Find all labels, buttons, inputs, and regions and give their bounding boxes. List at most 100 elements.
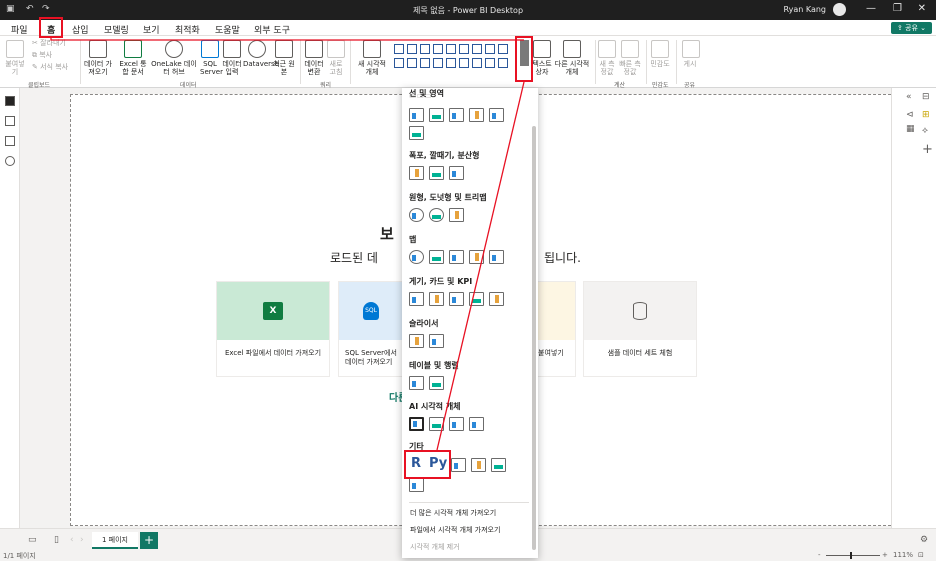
table-view-icon[interactable]	[5, 116, 15, 126]
avatar[interactable]	[833, 3, 846, 16]
add-pane-icon[interactable]: +	[922, 142, 933, 157]
power-automate-icon[interactable]	[491, 458, 506, 472]
area-chart-icon[interactable]	[429, 108, 444, 122]
format-pane-icon[interactable]: ⟡	[922, 126, 928, 136]
arcgis-map-icon[interactable]	[469, 250, 484, 264]
line-clustered-column-icon[interactable]	[489, 108, 504, 122]
fit-page-icon[interactable]: ⊡	[918, 551, 924, 559]
sql-server-button[interactable]: SQL Server	[200, 40, 223, 76]
zoom-out-button[interactable]: -	[818, 551, 821, 559]
slicer-icon[interactable]	[409, 334, 424, 348]
funnel-icon[interactable]	[429, 166, 444, 180]
collapse-panes-icon[interactable]: «	[906, 92, 912, 102]
format-painter-button[interactable]: ✎ 서식 복사	[32, 63, 68, 71]
tab-insert[interactable]: 삽입	[72, 23, 89, 36]
copy-button[interactable]: ⧉ 복사	[32, 51, 52, 59]
zoom-slider-thumb[interactable]	[850, 552, 852, 559]
enter-data-button[interactable]: 데이터 입력	[222, 40, 242, 76]
gauge-icon[interactable]	[409, 292, 424, 306]
share-button[interactable]: ⇪ 공유 ⌄	[890, 22, 932, 34]
quick-measure-button[interactable]: 빠른 측정값	[618, 40, 642, 76]
stacked-area-icon[interactable]	[449, 108, 464, 122]
bookmarks-pane-icon[interactable]: ▦	[906, 124, 915, 134]
stacked-bar-icon[interactable]	[394, 44, 404, 54]
refresh-button[interactable]: 새로 고침	[327, 40, 345, 76]
report-view-icon[interactable]	[5, 96, 15, 106]
smart-narrative-icon[interactable]	[469, 417, 484, 431]
desktop-layout-icon[interactable]: ▭	[28, 535, 37, 545]
globe-map-icon[interactable]	[409, 250, 424, 264]
donut-chart-icon[interactable]	[407, 58, 417, 68]
matrix-icon[interactable]	[429, 376, 444, 390]
minimize-button[interactable]: —	[866, 3, 876, 14]
table-visual-icon[interactable]	[498, 58, 508, 68]
multi-row-card-icon[interactable]	[472, 58, 482, 68]
zoom-in-button[interactable]: +	[882, 551, 888, 559]
new-measure-button[interactable]: 새 측정값	[598, 40, 616, 76]
pie-chart-icon[interactable]	[394, 58, 404, 68]
get-data-button[interactable]: 데이터 가져오기	[84, 40, 112, 76]
recent-sources-button[interactable]: 최근 원본	[273, 40, 295, 76]
treemap-icon[interactable]	[449, 208, 464, 222]
key-influencers-icon[interactable]	[409, 417, 424, 431]
donut-chart-icon[interactable]	[429, 208, 444, 222]
stacked-area-icon[interactable]	[498, 44, 508, 54]
waterfall-icon[interactable]	[409, 166, 424, 180]
power-apps-icon[interactable]	[471, 458, 486, 472]
table-visual-icon[interactable]	[409, 376, 424, 390]
page-tab[interactable]: 1 페이지	[92, 532, 138, 549]
add-page-button[interactable]: +	[140, 532, 158, 549]
paste-data-card[interactable]: 붙여넣기	[538, 281, 576, 377]
mobile-layout-icon[interactable]: ▯	[54, 535, 59, 545]
cut-button[interactable]: ✂ 잘라내기	[32, 39, 66, 47]
maximize-button[interactable]: ❐	[893, 3, 902, 14]
line-chart-icon[interactable]	[472, 44, 482, 54]
sql-import-card[interactable]: SQL SQL Server에서 데이터 가져오기	[338, 281, 404, 377]
gauge-icon[interactable]	[446, 58, 456, 68]
multi-row-card-icon[interactable]	[449, 292, 464, 306]
data-pane-icon[interactable]: ⊟	[922, 92, 930, 102]
azure-map-icon[interactable]	[449, 250, 464, 264]
get-more-visuals-item[interactable]: 더 많은 시각적 개체 가져오기	[410, 508, 496, 518]
new-card-icon[interactable]	[469, 292, 484, 306]
user-name[interactable]: Ryan Kang	[783, 5, 826, 14]
card-icon[interactable]	[429, 292, 444, 306]
excel-workbook-button[interactable]: Excel 통합 문서	[118, 40, 148, 76]
sample-data-card[interactable]: 샘플 데이터 세트 체험	[583, 281, 697, 377]
page-nav-prev-icon[interactable]: ‹	[70, 535, 74, 545]
kpi-icon[interactable]	[489, 292, 504, 306]
kpi-icon[interactable]	[485, 58, 495, 68]
textbox-button[interactable]: 텍스트 상자	[532, 40, 552, 76]
tab-file[interactable]: 파일	[11, 23, 28, 36]
qa-icon[interactable]	[449, 417, 464, 431]
visualizations-pane-icon[interactable]: ⊞	[922, 110, 930, 120]
area-chart-icon[interactable]	[485, 44, 495, 54]
filters-pane-icon[interactable]: ⊲	[906, 110, 914, 120]
zoom-slider[interactable]	[826, 555, 880, 556]
settings-icon[interactable]: ⚙	[920, 535, 928, 545]
new-visual-button[interactable]: 새 시각적 개체	[355, 40, 389, 76]
dax-query-view-icon[interactable]	[5, 156, 15, 166]
tab-external-tools[interactable]: 외부 도구	[254, 23, 290, 36]
decomposition-tree-icon[interactable]	[429, 417, 444, 431]
tab-modeling[interactable]: 모델링	[104, 23, 129, 36]
card-icon[interactable]	[459, 58, 469, 68]
clustered-column-icon[interactable]	[433, 44, 443, 54]
model-view-icon[interactable]	[5, 136, 15, 146]
line-column-icon[interactable]	[469, 108, 484, 122]
paginated-report-icon[interactable]	[451, 458, 466, 472]
sensitivity-button[interactable]: 민감도	[650, 40, 670, 68]
close-button[interactable]: ✕	[918, 3, 926, 14]
tab-view[interactable]: 보기	[143, 23, 160, 36]
line-chart-icon[interactable]	[409, 108, 424, 122]
column-100-icon[interactable]	[459, 44, 469, 54]
tab-optimize[interactable]: 최적화	[175, 23, 200, 36]
ribbon-chart-icon[interactable]	[409, 126, 424, 140]
bar-100-icon[interactable]	[446, 44, 456, 54]
page-nav-next-icon[interactable]: ›	[80, 535, 84, 545]
paste-button[interactable]: 붙여넣기	[4, 40, 26, 76]
scatter-icon[interactable]	[449, 166, 464, 180]
goals-icon[interactable]	[409, 478, 424, 492]
tab-help[interactable]: 도움말	[215, 23, 240, 36]
button-slicer-icon[interactable]	[429, 334, 444, 348]
